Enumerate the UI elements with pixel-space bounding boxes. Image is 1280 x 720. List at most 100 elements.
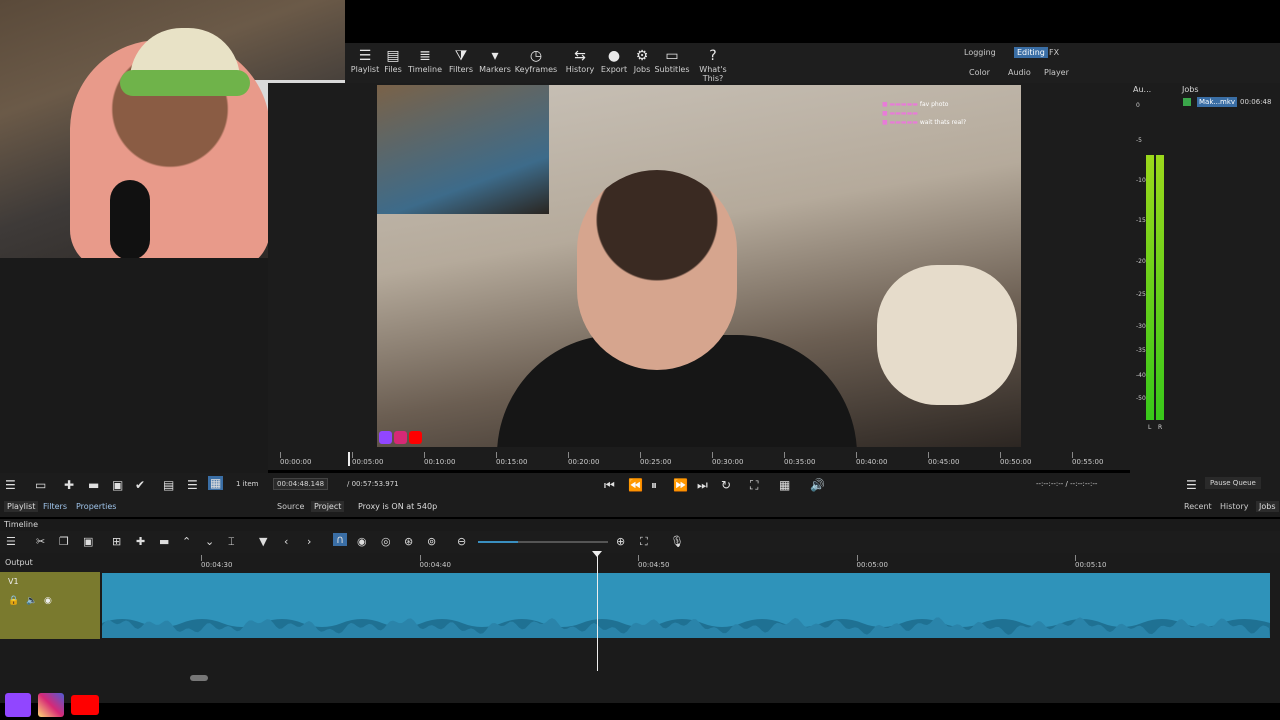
split-icon[interactable]: ⌶ [228,535,235,549]
timeline-playhead[interactable] [597,553,598,671]
timeline-toolbar: ☰ ✂ ❐ ▣ ⊞ ✚ ▬ ⌃ ⌄ ⌶ ▼ ‹ › ∩ ◉ ◎ ⊛ ⊚ ⊖ ⊕ … [0,531,1280,553]
meter-scale-label: -35 [1136,347,1146,354]
player-ruler[interactable]: 00:00:00 00:05:00 00:10:00 00:15:00 00:20:00… [280,452,1120,470]
rewind-icon[interactable]: ⏪ [628,478,643,492]
grid-icon[interactable]: ▦ [779,478,790,492]
zoom-fit-timeline-icon[interactable]: ⛶ [640,535,648,549]
detail-view-icon[interactable]: ▤ [163,478,174,492]
open-icon[interactable]: ▭ [35,478,46,492]
tab-recent[interactable]: Recent [1184,502,1212,511]
toolbar-keyframes[interactable]: ◷ Keyframes [514,47,558,74]
fast-forward-icon[interactable]: ⏩ [673,478,688,492]
grid-view-icon[interactable]: ▦ [208,476,224,490]
copy-icon[interactable]: ❐ [59,535,69,548]
loop-icon[interactable]: ↻ [721,478,731,492]
cut-icon[interactable]: ✂ [36,535,45,548]
overwrite-icon[interactable]: ⌄ [205,535,214,548]
update-icon[interactable]: ▣ [112,478,123,492]
microphone [110,180,150,258]
meter-scale-label: -25 [1136,291,1146,298]
audio-waveform [102,617,1270,638]
channel-right-label: R [1158,424,1163,431]
layout-logging[interactable]: Logging [964,48,996,57]
player-playhead[interactable] [348,452,350,466]
meter-scale-label: -5 [1136,137,1142,144]
menu-icon[interactable]: ☰ [5,478,16,492]
tab-properties[interactable]: Properties [76,502,116,511]
ruler-tick: 00:35:00 [784,452,816,466]
marker-icon: ▾ [491,48,499,64]
job-name[interactable]: Mak...mkv [1197,97,1238,107]
mute-icon[interactable]: 🔈 [26,596,37,606]
toolbar-label: History [565,65,595,74]
timeline-header: Timeline [0,519,1280,531]
video-inset-webcam [377,85,549,214]
check-icon[interactable]: ✔ [135,478,145,492]
marker-prev-icon[interactable]: ‹ [284,535,288,548]
timeline-ruler-tick: 00:05:10 [1075,555,1107,569]
timeline-scrollbar[interactable] [190,675,208,681]
eye-icon[interactable]: ◉ [44,596,52,606]
ripple-icon[interactable]: ◎ [381,535,391,548]
zoom-fit-icon[interactable]: ⛶ [750,478,758,493]
ruler-tick: 00:50:00 [1000,452,1032,466]
timeline-ruler[interactable]: 00:04:30 00:04:40 00:04:50 00:05:00 00:05:10 [100,555,1275,572]
tab-playlist[interactable]: Playlist [4,501,39,512]
paste-icon[interactable]: ▣ [83,535,93,548]
add-icon[interactable]: ✚ [64,478,74,492]
tab-project[interactable]: Project [311,501,345,512]
append-icon[interactable]: ⊞ [112,535,121,548]
lock-icon[interactable]: 🔒 [8,596,19,606]
ruler-tick: 00:30:00 [712,452,744,466]
layout-fx[interactable]: FX [1049,48,1059,57]
tab-filters[interactable]: Filters [43,502,67,511]
chat-overlay: ■ ▬▬▬▬▬ fav photo ■ ▬▬▬▬▬ ■ ▬▬▬▬▬ wait t… [882,101,967,126]
tab-jobs[interactable]: Jobs [1256,501,1279,512]
record-audio-icon[interactable]: 🎙 [670,535,684,548]
meter-scale-label: -10 [1136,177,1146,184]
marker-add-icon[interactable]: ▼ [259,535,267,548]
track-header-v1[interactable]: V1 🔒 🔈 ◉ [0,572,100,639]
output-label: Output [5,558,33,567]
title-bar [345,0,1280,22]
toolbar-label: Keyframes [514,65,558,74]
snap-icon[interactable]: ∩ [333,533,348,546]
timeline-ruler-tick: 00:04:50 [638,555,670,569]
lift-icon[interactable]: ⌃ [182,535,191,548]
tab-history[interactable]: History [1220,502,1248,511]
ripple-all-icon[interactable]: ⊛ [404,535,413,548]
video-clip[interactable] [102,573,1270,638]
proxy-status: Proxy is ON at 540p [358,502,438,511]
layout-player[interactable]: Player [1044,68,1069,77]
chat-line: wait thats real? [919,119,967,126]
toolbar-what-s-this[interactable]: ? What's This? [691,47,735,83]
volume-icon[interactable]: 🔊 [810,478,825,492]
pause-queue-button[interactable]: Pause Queue [1205,477,1261,489]
instagram-logo-icon [38,693,64,717]
layout-editing[interactable]: Editing [1014,47,1048,58]
toolbar-markers[interactable]: ▾ Markers [473,47,517,74]
jobs-menu-icon[interactable]: ☰ [1186,478,1197,492]
ruler-tick: 00:05:00 [352,452,384,466]
timeline-add-icon[interactable]: ✚ [136,535,145,548]
zoom-out-icon[interactable]: ⊖ [457,535,466,548]
layout-color[interactable]: Color [969,68,990,77]
zoom-slider[interactable] [478,541,518,543]
layout-audio[interactable]: Audio [1008,68,1031,77]
marker-next-icon[interactable]: › [307,535,311,548]
ripple-markers-icon[interactable]: ⊚ [427,535,436,548]
remove-icon[interactable]: ▬ [88,478,99,492]
timeline-remove-icon[interactable]: ▬ [159,535,169,548]
skip-previous-icon[interactable]: ⏮ [604,478,615,493]
list-view-icon[interactable]: ☰ [187,478,198,492]
playhead-handle[interactable] [592,551,602,557]
skip-next-icon[interactable]: ⏭ [697,478,708,493]
timeline-menu-icon[interactable]: ☰ [6,535,16,548]
scrub-icon[interactable]: ◉ [357,535,367,548]
timecode-input[interactable]: 00:04:48.148 [273,478,329,490]
toolbar-subtitles[interactable]: ▭ Subtitles [650,47,694,74]
pause-icon[interactable]: ⏸ [651,478,657,493]
zoom-in-icon[interactable]: ⊕ [616,535,625,548]
tab-source[interactable]: Source [277,502,304,511]
video-preview[interactable]: ■ ▬▬▬▬▬ fav photo ■ ▬▬▬▬▬ ■ ▬▬▬▬▬ wait t… [377,85,1021,447]
